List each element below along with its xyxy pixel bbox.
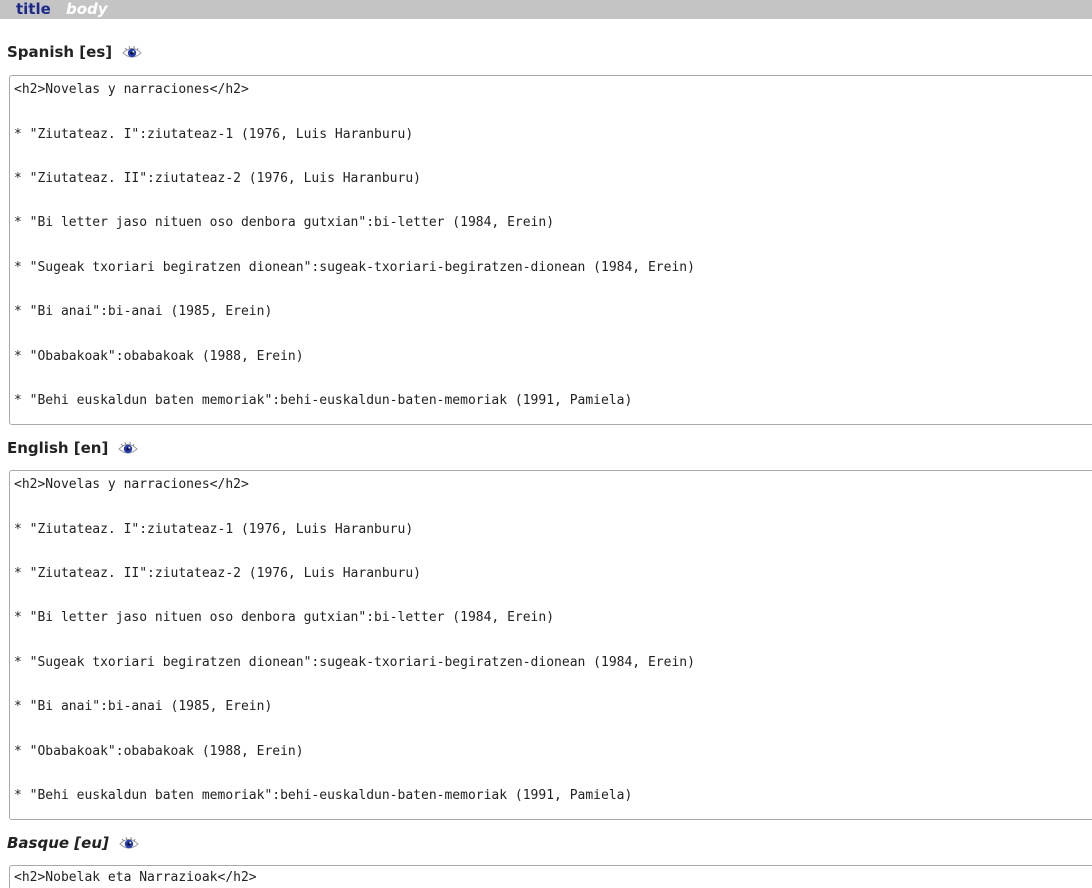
eye-icon[interactable]	[122, 44, 142, 62]
section-heading-es: Spanish [es]	[7, 41, 142, 63]
eye-icon[interactable]	[118, 440, 139, 458]
text-line: <h2>Novelas y narraciones</h2>	[14, 82, 249, 97]
tab-bar: title body	[0, 0, 1092, 19]
text-area-es[interactable]: <h2>Novelas y narraciones</h2> * "Ziutat…	[9, 75, 1092, 425]
text-line: * "Ziutateaz. II":ziutateaz-2 (1976, Lui…	[14, 566, 421, 581]
text-line: <h2>Novelas y narraciones</h2>	[14, 477, 249, 492]
section-heading-eu: Basque [eu]	[7, 832, 139, 854]
tab-body[interactable]: body	[66, 0, 108, 19]
text-area-eu[interactable]: <h2>Nobelak eta Narrazioak</h2>	[9, 865, 1092, 888]
text-line: * "Ziutateaz. II":ziutateaz-2 (1976, Lui…	[14, 171, 421, 186]
text-line: * "Bi anai":bi-anai (1985, Erein)	[14, 699, 273, 714]
eye-icon[interactable]	[119, 835, 139, 853]
text-line: * "Ziutateaz. I":ziutateaz-1 (1976, Luis…	[14, 127, 414, 142]
text-line: * "Ziutateaz. I":ziutateaz-1 (1976, Luis…	[14, 522, 414, 537]
text-line: * "Bi anai":bi-anai (1985, Erein)	[14, 304, 273, 319]
text-line: * "Obabakoak":obabakoak (1988, Erein)	[14, 349, 304, 364]
text-line: * "Obabakoak":obabakoak (1988, Erein)	[14, 744, 304, 759]
text-line: * "Behi euskaldun baten memoriak":behi-e…	[14, 393, 633, 408]
text-line: * "Behi euskaldun baten memoriak":behi-e…	[14, 788, 633, 803]
translation-editor: title body Spanish [es] <h2>Novelas y na…	[0, 0, 1092, 888]
text-line: * "Sugeak txoriari begiratzen dionean":s…	[14, 260, 695, 275]
text-line: * "Bi letter jaso nituen oso denbora gut…	[14, 610, 555, 625]
section-heading-label: Spanish [es]	[7, 43, 113, 61]
section-heading-en: English [en]	[7, 437, 139, 459]
text-area-en[interactable]: <h2>Novelas y narraciones</h2> * "Ziutat…	[9, 470, 1092, 820]
text-line: * "Sugeak txoriari begiratzen dionean":s…	[14, 655, 695, 670]
section-heading-label: English [en]	[7, 439, 109, 457]
text-line: <h2>Nobelak eta Narrazioak</h2>	[14, 870, 257, 885]
section-heading-label: Basque [eu]	[7, 834, 109, 852]
tab-title[interactable]: title	[16, 0, 51, 19]
text-line: * "Bi letter jaso nituen oso denbora gut…	[14, 215, 555, 230]
